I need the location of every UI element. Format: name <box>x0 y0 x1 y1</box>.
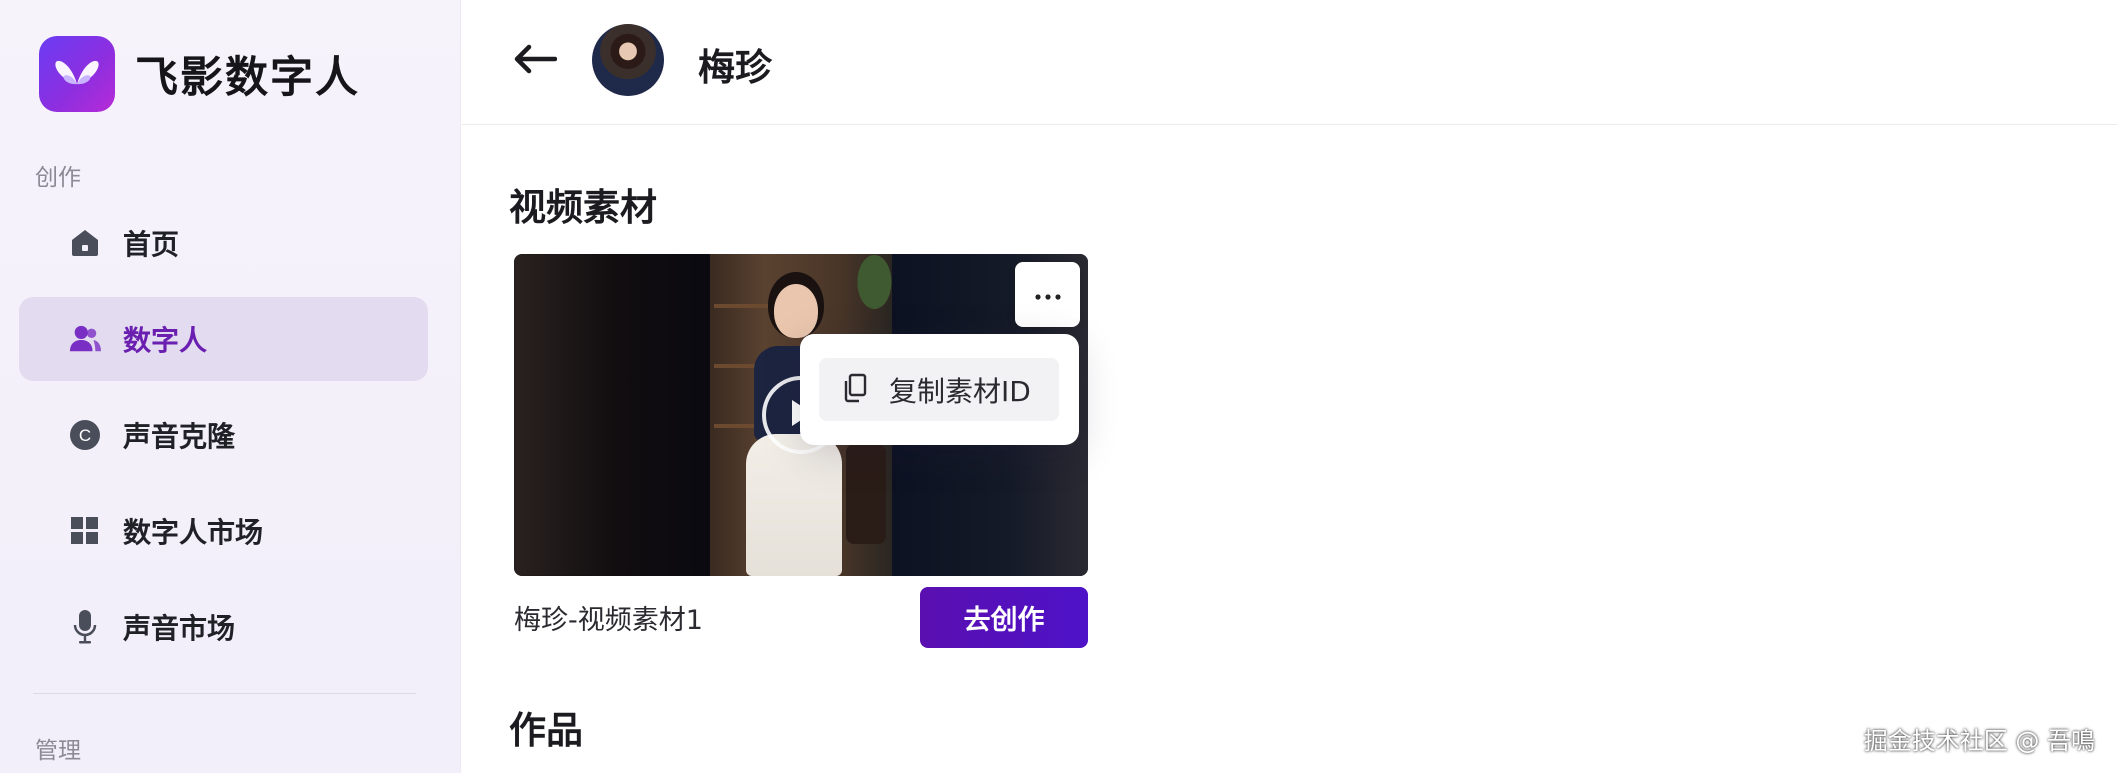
copy-icon <box>843 373 867 407</box>
sidebar-item-label: 声音克隆 <box>123 420 236 453</box>
ellipsis-icon <box>1034 285 1061 304</box>
app-name: 飞影数字人 <box>135 53 360 103</box>
sidebar-item-label: 声音市场 <box>123 612 236 645</box>
sidebar-divider <box>33 693 416 694</box>
video-caption: 梅珍-视频素材1 <box>514 605 703 636</box>
c-circle-icon: C <box>69 419 101 451</box>
watermark: 掘金技术社区 @ 吾鳴 <box>1863 727 2095 755</box>
page-header: 梅珍 <box>462 0 2117 125</box>
sidebar-item-home[interactable]: 首页 <box>19 201 428 285</box>
sidebar: 飞影数字人 创作 首页 数字人 C 声音克隆 数字人市场 声音市场 管理 <box>0 0 461 773</box>
home-icon <box>69 227 101 259</box>
options-dropdown: 复制素材ID <box>800 334 1079 445</box>
copy-material-id-label: 复制素材ID <box>889 374 1031 408</box>
sidebar-item-label: 数字人市场 <box>123 516 264 549</box>
page-title: 梅珍 <box>698 46 772 89</box>
copy-material-id-item[interactable]: 复制素材ID <box>819 358 1059 421</box>
back-button[interactable] <box>511 37 559 85</box>
sidebar-item-label: 数字人 <box>123 324 208 357</box>
section-label-create: 创作 <box>35 165 81 191</box>
sidebar-item-digital-human[interactable]: 数字人 <box>19 297 428 381</box>
butterfly-logo-icon <box>39 36 115 112</box>
avatar <box>592 24 664 96</box>
works-section-title: 作品 <box>509 709 583 752</box>
go-create-button[interactable]: 去创作 <box>920 587 1088 648</box>
microphone-icon <box>69 610 101 644</box>
app-logo[interactable]: 飞影数字人 <box>39 36 360 112</box>
svg-text:C: C <box>79 426 91 445</box>
users-icon <box>69 323 101 355</box>
sidebar-item-label: 首页 <box>123 228 180 261</box>
video-section-title: 视频素材 <box>509 186 657 229</box>
arrow-left-icon <box>513 44 558 78</box>
section-label-manage: 管理 <box>35 738 81 764</box>
sidebar-item-voice-clone[interactable]: C 声音克隆 <box>19 393 428 477</box>
sidebar-item-digital-human-market[interactable]: 数字人市场 <box>19 489 428 573</box>
more-options-button[interactable] <box>1015 262 1080 327</box>
grid-icon <box>69 515 101 547</box>
video-blur-left <box>514 254 710 576</box>
sidebar-item-voice-market[interactable]: 声音市场 <box>19 585 428 669</box>
